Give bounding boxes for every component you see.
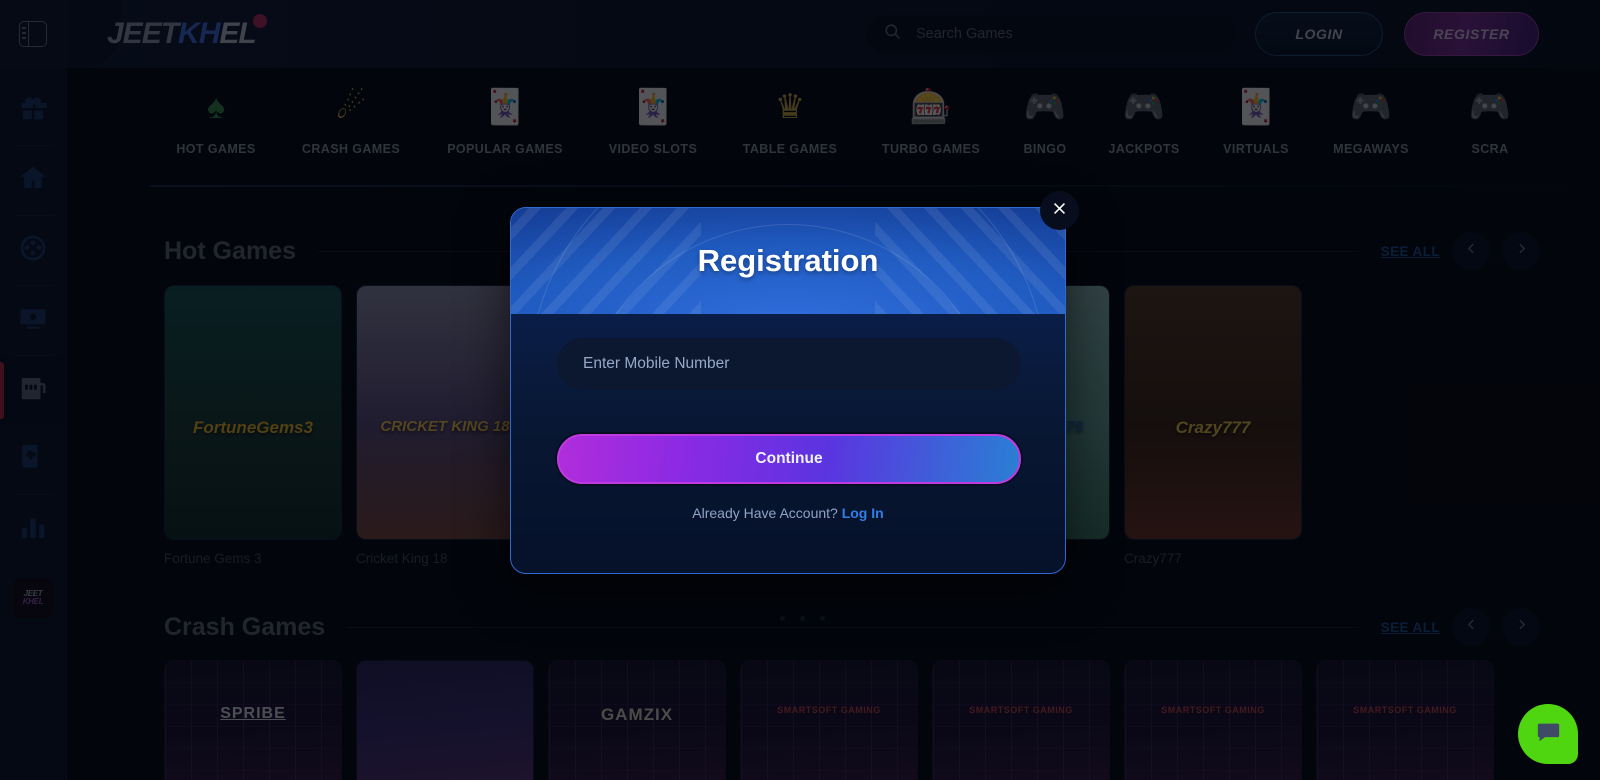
chat-widget-button[interactable] bbox=[1518, 704, 1578, 764]
mobile-number-input[interactable] bbox=[557, 338, 1021, 390]
close-modal-button[interactable] bbox=[1040, 191, 1079, 230]
close-icon bbox=[1051, 200, 1068, 222]
continue-button[interactable]: Continue bbox=[557, 434, 1021, 484]
modal-title: Registration bbox=[697, 243, 879, 278]
chat-bubble-icon bbox=[1535, 718, 1562, 750]
already-have-account-text: Already Have Account? bbox=[692, 505, 838, 521]
registration-modal: Registration Continue Already Have Accou… bbox=[510, 207, 1066, 574]
log-in-link[interactable]: Log In bbox=[842, 505, 884, 521]
modal-footer: Already Have Account? Log In bbox=[511, 505, 1065, 521]
modal-header-banner: Registration bbox=[511, 208, 1065, 314]
